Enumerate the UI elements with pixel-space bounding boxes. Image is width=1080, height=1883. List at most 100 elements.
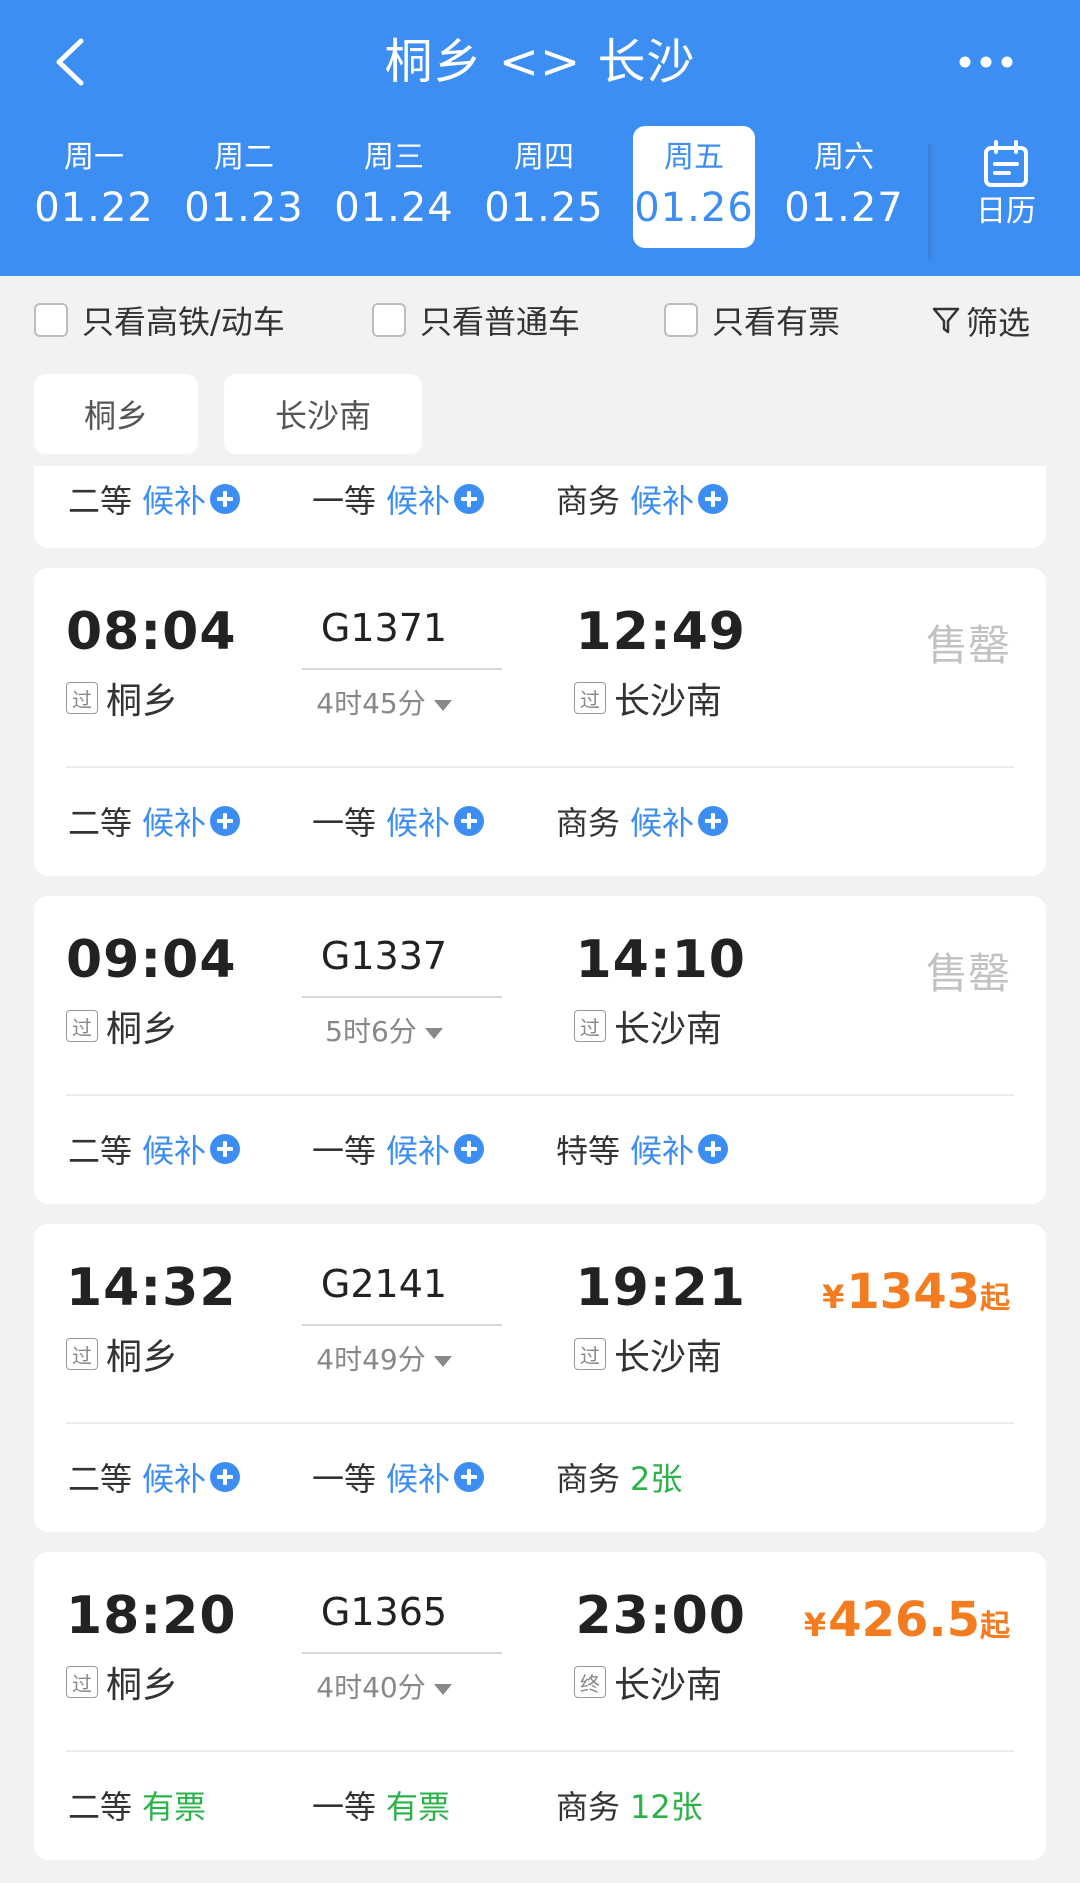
seat-status: 候补	[142, 482, 207, 520]
checkbox-icon	[664, 303, 698, 337]
seat-row: 二等 有票 一等 有票 商务 12张	[68, 1782, 968, 1826]
price-amount: 426.5	[828, 1592, 980, 1648]
ticket-price: ¥426.5起	[804, 1592, 1010, 1648]
date-item-0127[interactable]: 周六 01.27	[783, 126, 905, 248]
train-card-g1337[interactable]: 09:04 G1337 5时6分 14:10 过 桐乡 过 长沙南 售罄 二等 …	[34, 896, 1046, 1204]
train-card-g1371[interactable]: 08:04 G1371 4时45分 12:49 过 桐乡 过 长沙南 售罄 二等…	[34, 568, 1046, 876]
seat-business-class[interactable]: 商务 12张	[556, 1782, 703, 1828]
arrival-station: 过 长沙南	[574, 672, 722, 724]
pass-tag: 过	[66, 682, 98, 714]
train-number: G2141	[320, 1262, 448, 1306]
seat-class: 商务	[556, 1788, 621, 1826]
plus-circle-icon	[210, 1462, 241, 1492]
filter-button[interactable]: 筛选	[932, 298, 1030, 344]
seat-row: 二等 候补 一等 候补 商务 2张	[68, 1454, 968, 1498]
station-name: 桐乡	[106, 681, 179, 722]
seat-second-class[interactable]: 二等 候补	[68, 1454, 241, 1500]
filter-normal-train[interactable]: 只看普通车	[372, 300, 581, 341]
date-item-0123[interactable]: 周二 01.23	[183, 126, 305, 248]
dropdown-triangle-icon	[433, 1683, 452, 1695]
date-value: 01.22	[34, 185, 154, 231]
seat-business-class[interactable]: 商务 2张	[556, 1454, 682, 1500]
seat-class: 一等	[312, 1460, 377, 1498]
seat-class: 一等	[312, 804, 377, 842]
seat-row: 二等 候补 一等 候补 商务 候补	[68, 476, 968, 520]
train-card-g1365[interactable]: 18:20 G1365 4时40分 23:00 过 桐乡 终 长沙南 ¥426.…	[34, 1552, 1046, 1860]
seat-status: 候补	[630, 804, 695, 842]
departure-station: 过 桐乡	[66, 672, 178, 724]
pass-tag: 过	[66, 1338, 98, 1370]
card-divider	[66, 766, 1014, 768]
trip-duration[interactable]: 5时6分	[284, 1010, 484, 1050]
train-number: G1365	[320, 1590, 448, 1634]
plus-circle-icon	[454, 1134, 485, 1164]
date-item-0126-selected[interactable]: 周五 01.26	[633, 126, 755, 248]
seat-second-class[interactable]: 二等 候补	[68, 798, 241, 844]
station-chip-from[interactable]: 桐乡	[34, 374, 198, 454]
seat-class: 二等	[68, 804, 133, 842]
arrival-station: 过 长沙南	[574, 1000, 722, 1052]
seat-class: 二等	[68, 1460, 133, 1498]
seat-class: 商务	[556, 482, 621, 520]
filter-bar: 只看高铁/动车 只看普通车 只看有票 筛选	[0, 276, 1080, 360]
arrival-time: 14:10	[575, 930, 746, 990]
seat-class: 一等	[312, 1132, 377, 1170]
date-item-0122[interactable]: 周一 01.22	[33, 126, 155, 248]
seat-second-class[interactable]: 二等 候补	[68, 1126, 241, 1172]
filter-high-speed[interactable]: 只看高铁/动车	[34, 300, 285, 341]
date-selector: 周一 01.22 周二 01.23 周三 01.24 周四 01.25 周五 0…	[0, 126, 1080, 256]
card-divider	[66, 1750, 1014, 1752]
seat-status: 候补	[142, 1132, 207, 1170]
more-button[interactable]	[950, 40, 1022, 84]
date-item-0125[interactable]: 周四 01.25	[483, 126, 605, 248]
filter-label: 只看普通车	[420, 303, 581, 341]
seat-status: 候补	[386, 1460, 451, 1498]
seat-status: 候补	[386, 804, 451, 842]
seat-class: 二等	[68, 1132, 133, 1170]
seat-business-class[interactable]: 商务 候补	[556, 798, 729, 844]
card-divider	[66, 1094, 1014, 1096]
filter-available-only[interactable]: 只看有票	[664, 300, 840, 341]
arrival-station: 终 长沙南	[574, 1656, 722, 1708]
date-item-0124[interactable]: 周三 01.24	[333, 126, 455, 248]
train-line	[302, 668, 502, 670]
date-value: 01.26	[634, 185, 754, 231]
departure-station: 过 桐乡	[66, 1328, 178, 1380]
pass-tag: 过	[66, 1010, 98, 1042]
calendar-button[interactable]: 日历	[942, 126, 1070, 248]
train-number: G1337	[320, 934, 448, 978]
seat-second-class[interactable]: 二等 候补	[68, 476, 241, 522]
trip-duration[interactable]: 4时49分	[284, 1338, 484, 1378]
seat-second-class[interactable]: 二等 有票	[68, 1782, 206, 1828]
date-dow: 周二	[214, 140, 274, 175]
seat-status: 候补	[630, 482, 695, 520]
plus-circle-icon	[454, 484, 485, 514]
filter-label: 只看高铁/动车	[82, 303, 285, 341]
train-card-g2141[interactable]: 14:32 G2141 4时49分 19:21 过 桐乡 过 长沙南 ¥1343…	[34, 1224, 1046, 1532]
station-chip-to[interactable]: 长沙南	[224, 374, 422, 454]
more-dots-icon	[959, 56, 1013, 68]
seat-first-class[interactable]: 一等 有票	[312, 1782, 450, 1828]
price-from: 起	[980, 1281, 1010, 1316]
station-chip-label: 长沙南	[274, 397, 371, 435]
price-amount: 1343	[846, 1264, 980, 1320]
duration-text: 4时49分	[316, 1343, 426, 1376]
plus-circle-icon	[210, 806, 241, 836]
seat-business-class[interactable]: 商务 候补	[556, 476, 729, 522]
seat-first-class[interactable]: 一等 候补	[312, 476, 485, 522]
seat-premium-class[interactable]: 特等 候补	[556, 1126, 729, 1172]
seat-first-class[interactable]: 一等 候补	[312, 798, 485, 844]
plus-circle-icon	[698, 1134, 729, 1164]
station-name: 长沙南	[614, 1665, 723, 1706]
price-currency: ¥	[822, 1278, 845, 1316]
station-name: 桐乡	[106, 1009, 179, 1050]
date-dow: 周六	[814, 140, 874, 175]
trip-duration[interactable]: 4时45分	[284, 682, 484, 722]
seat-first-class[interactable]: 一等 候补	[312, 1126, 485, 1172]
trip-duration[interactable]: 4时40分	[284, 1666, 484, 1706]
calendar-icon	[984, 140, 1028, 187]
train-card-partial[interactable]: 二等 候补 一等 候补 商务 候补	[34, 466, 1046, 548]
seat-class: 商务	[556, 804, 621, 842]
duration-text: 4时45分	[316, 687, 426, 720]
seat-first-class[interactable]: 一等 候补	[312, 1454, 485, 1500]
